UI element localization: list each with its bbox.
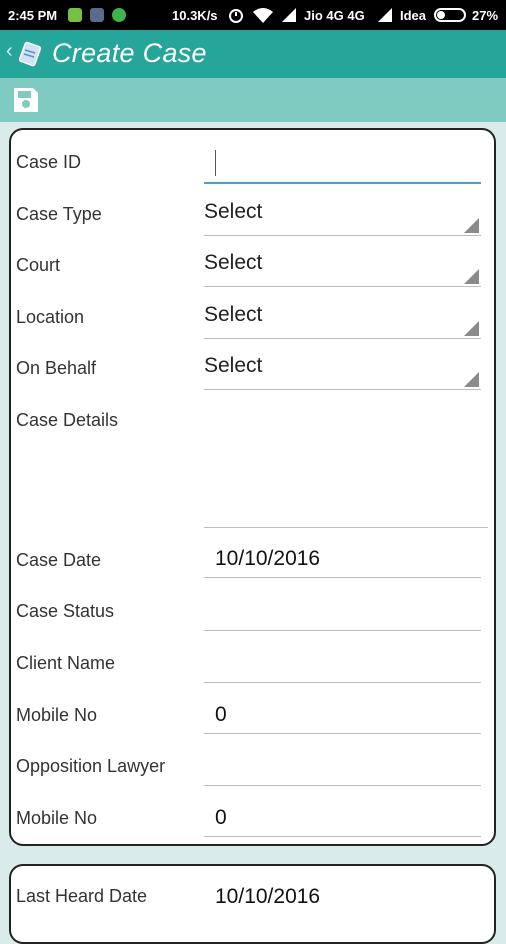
whatsapp-icon <box>112 8 126 22</box>
case-date-input[interactable]: 10/10/2016 <box>204 542 481 578</box>
hearing-card: Last Heard Date 10/10/2016 <box>9 864 496 944</box>
signal-icon <box>378 8 392 22</box>
mobile-no-input[interactable]: 0 <box>204 698 481 734</box>
dropdown-arrow-icon <box>464 218 479 233</box>
opposition-mobile-no-label: Mobile No <box>16 808 98 828</box>
dropdown-arrow-icon <box>464 321 479 336</box>
case-id-label: Case ID <box>16 152 82 172</box>
network-speed: 10.3K/s <box>172 8 218 23</box>
case-form-card: Case ID Case Type Select Court Select Lo… <box>9 128 496 846</box>
case-type-label: Case Type <box>16 204 102 224</box>
battery-percent: 27% <box>472 8 499 23</box>
location-label: Location <box>16 307 85 327</box>
last-heard-date-input[interactable]: 10/10/2016 <box>204 880 481 916</box>
client-name-label: Client Name <box>16 653 116 673</box>
case-type-select[interactable]: Select <box>204 200 481 236</box>
battery-icon <box>434 8 466 22</box>
status-time: 2:45 PM <box>8 8 58 23</box>
case-details-label: Case Details <box>16 410 119 430</box>
on-behalf-label: On Behalf <box>16 358 97 378</box>
app-logo-icon[interactable] <box>16 40 44 68</box>
dropdown-arrow-icon <box>464 269 479 284</box>
app-bar: ‹ Create Case <box>0 30 506 78</box>
alarm-icon <box>229 9 243 23</box>
carrier-2: Idea <box>400 8 427 23</box>
last-heard-date-label: Last Heard Date <box>16 886 148 906</box>
opposition-mobile-no-input[interactable]: 0 <box>204 801 481 837</box>
dropdown-arrow-icon <box>464 372 479 387</box>
opposition-lawyer-label: Opposition Lawyer <box>16 756 166 776</box>
save-icon[interactable] <box>12 86 40 114</box>
app-notification-icon <box>90 8 104 22</box>
text-cursor <box>215 150 216 176</box>
on-behalf-select[interactable]: Select <box>204 354 481 390</box>
status-bar: 2:45 PM 10.3K/s Jio 4G 4G Idea 27% <box>0 0 506 30</box>
court-label: Court <box>16 255 61 275</box>
page-title: Create Case <box>52 38 207 68</box>
signal-icon <box>282 8 296 22</box>
opposition-lawyer-input[interactable] <box>204 750 481 786</box>
case-date-label: Case Date <box>16 550 102 570</box>
location-select[interactable]: Select <box>204 303 481 339</box>
wifi-icon <box>253 8 273 23</box>
app-notification-icon <box>68 8 82 22</box>
mobile-no-label: Mobile No <box>16 705 98 725</box>
case-status-input[interactable] <box>204 595 481 631</box>
action-toolbar <box>0 78 506 122</box>
back-arrow-icon[interactable]: ‹ <box>6 40 13 63</box>
case-details-textarea[interactable] <box>204 398 488 528</box>
carrier-1: Jio 4G 4G <box>304 8 365 23</box>
case-id-input[interactable] <box>204 148 481 184</box>
case-status-label: Case Status <box>16 601 115 621</box>
court-select[interactable]: Select <box>204 251 481 287</box>
client-name-input[interactable] <box>204 647 481 683</box>
